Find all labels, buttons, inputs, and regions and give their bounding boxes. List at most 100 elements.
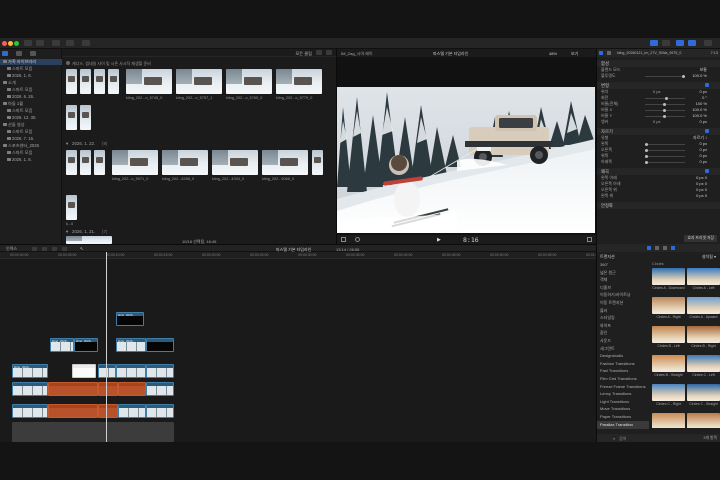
timeline-clip[interactable] [72,364,96,378]
timeline-clip[interactable] [146,404,174,418]
clip-thumbnail[interactable] [80,69,91,94]
scale-all-slider[interactable] [645,102,685,106]
transitions-icon[interactable] [671,245,675,250]
compositing-section[interactable]: 합성 [597,60,720,67]
import-media-icon[interactable] [24,40,32,46]
clip-appearance-icon[interactable] [32,246,37,251]
video-inspector-icon[interactable] [599,50,603,55]
transition-category[interactable]: Parallax Transition [597,420,649,429]
transition-thumbnail[interactable] [652,326,685,343]
disclosure-icon[interactable]: ▾ [66,229,68,235]
share-icon[interactable] [66,40,74,46]
append-icon[interactable] [52,246,57,251]
timeline-clip[interactable] [146,364,174,378]
clip-thumbnail[interactable] [66,236,112,244]
timeline-clip[interactable]: kling_2026... [74,338,98,352]
library-view-icon[interactable] [650,40,658,46]
search-icon[interactable] [326,50,332,55]
sidebar-item[interactable]: 소개 [0,80,62,86]
transition-thumbnail[interactable] [687,355,720,372]
clip-thumbnail[interactable] [162,150,208,175]
sidebar-item[interactable]: 스포츠센터_2026 [0,143,62,149]
transition-thumbnail[interactable] [687,297,720,314]
timeline-clip[interactable] [12,382,48,396]
transform-toggle[interactable] [705,83,709,87]
timeline-clip[interactable] [116,364,146,378]
clip-thumbnail[interactable] [212,150,258,175]
close-window-icon[interactable] [2,41,7,46]
crop-right-slider[interactable] [645,148,685,152]
timeline-clip[interactable] [118,404,146,418]
crop-bottom-slider[interactable] [645,160,685,164]
transition-thumbnail[interactable] [687,326,720,343]
crop-left-slider[interactable] [645,142,685,146]
share-export-icon[interactable] [704,40,712,46]
background-tasks-icon[interactable] [52,40,60,46]
clip-thumbnail[interactable] [66,195,77,220]
check-icon[interactable] [82,40,90,46]
titles-tab-icon[interactable] [30,51,36,56]
transform-section[interactable]: 변형 [597,82,720,89]
clip-thumbnail[interactable] [66,150,77,175]
opacity-slider[interactable] [645,74,685,78]
sidebar-item[interactable]: 스마트 모음 [0,150,62,156]
video-frame[interactable] [337,87,595,233]
timeline-clip[interactable]: kling_2026... [116,312,144,326]
scale-x-slider[interactable] [645,108,685,112]
search-icon[interactable]: ⌕ [613,436,615,441]
photos-audio-icon[interactable] [655,245,659,250]
installed-filter[interactable]: 설치됨 ▾ [702,254,716,260]
transition-thumbnail[interactable] [652,355,685,372]
sidebar-item[interactable]: 2026. 6. 26. [0,94,62,100]
sidebar-item[interactable]: 스마트 모음 [0,87,62,93]
clip-thumbnail[interactable] [108,69,119,94]
keyword-icon[interactable] [36,40,44,46]
sidebar-item[interactable]: 2026. 1. 8. [0,73,62,79]
sidebar-item[interactable]: 스마트 모음 [0,108,62,114]
crop-section[interactable]: 자르기 [597,128,720,135]
timeline-clip[interactable] [146,338,174,352]
crop-top-slider[interactable] [645,154,685,158]
clip-thumbnail[interactable] [80,105,91,130]
transition-clip[interactable] [98,382,118,396]
playhead[interactable] [106,252,107,442]
sidebar-item[interactable]: 2026. 1. 8. [0,157,62,163]
zoom-window-icon[interactable] [14,41,19,46]
rotation-dial[interactable] [645,96,685,100]
transition-thumbnail[interactable] [687,413,720,428]
clip-thumbnail[interactable] [176,69,222,94]
photos-tab-icon[interactable] [16,51,22,56]
sidebar-item[interactable]: 스마트 모음 [0,66,62,72]
libraries-tab-icon[interactable] [2,51,8,56]
sidebar-item[interactable]: 산들 영상 [0,122,62,128]
crop-tool-icon[interactable] [341,237,346,242]
timeline-ruler[interactable]: 00:00:00:00 00:00:05:00 00:00:10:00 00:00:1… [0,252,605,259]
sidebar-item[interactable]: 2026. 7. 16. [0,136,62,142]
sidebar-item[interactable]: 스마트 모음 [0,129,62,135]
clip-thumbnail[interactable] [312,150,323,175]
clip-thumbnail[interactable] [66,105,77,130]
fullscreen-icon[interactable] [587,237,592,242]
timeline-clip[interactable] [98,364,116,378]
clip-thumbnail[interactable] [66,69,77,94]
save-preset-button[interactable]: 효과 프리셋 저장 [684,235,717,242]
filmstrip-view-icon[interactable] [316,50,322,55]
play-button[interactable]: ▶ [437,237,441,243]
transition-thumbnail[interactable] [652,413,685,428]
transition-thumbnail[interactable] [652,268,685,285]
crop-toggle[interactable] [705,129,709,133]
transition-clip[interactable] [48,404,98,418]
clip-thumbnail[interactable] [94,69,105,94]
timeline-clip[interactable]: kling_2026... [50,338,74,352]
disclosure-icon[interactable]: ▾ [66,141,68,147]
info-inspector-icon[interactable] [607,50,611,55]
transition-clip[interactable] [118,382,146,396]
transition-thumbnail[interactable] [652,384,685,401]
timeline-clip[interactable]: kling_2026... [116,338,146,352]
disclosure-icon[interactable] [66,61,70,65]
clip-thumbnail[interactable] [262,150,308,175]
transition-thumbnail[interactable] [687,268,720,285]
clip-thumbnail[interactable] [94,150,105,175]
sidebar-item[interactable]: 아들 1월 [0,101,62,107]
inspector-view-icon[interactable] [688,40,696,46]
